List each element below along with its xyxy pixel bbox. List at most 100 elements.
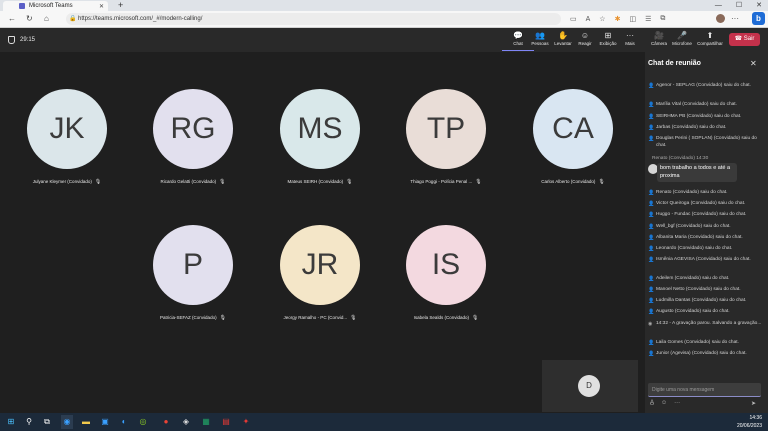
windows-start-icon[interactable]: ⊞	[5, 415, 17, 429]
browser-tab[interactable]: Microsoft Teams ✕	[3, 1, 108, 11]
participant-name: Isabela Sealds (Convidado) 🎙	[413, 315, 479, 321]
person-leave-icon: 👤	[648, 298, 655, 304]
participant-avatar: P	[153, 225, 233, 305]
person-leave-icon: 👤	[648, 224, 655, 230]
person-leave-icon: 👤	[648, 125, 655, 131]
new-tab-button[interactable]: +	[118, 0, 123, 11]
taskbar	[0, 413, 768, 431]
participant-avatar: JR	[280, 225, 360, 305]
participant-name: Jeorgy Ramalho - PC (Convid... 🎙	[283, 315, 357, 321]
browser-icon[interactable]: ◐	[118, 415, 130, 429]
split-screen-icon[interactable]: ◫	[629, 15, 636, 23]
app-red-icon[interactable]: ✦	[240, 415, 252, 429]
chat-event: 👤 Well_bgf (Convidado) saiu do chat.	[648, 224, 731, 230]
share-button[interactable]: ⬆ Compartilhar	[694, 30, 726, 50]
url-text: https://teams.microsoft.com/_#/modern-ca…	[78, 16, 203, 22]
person-leave-icon: 👤	[648, 351, 655, 357]
participant-name: Julyane Kleymer (Convidado) 🎙	[32, 179, 102, 185]
close-tab-icon[interactable]: ✕	[99, 3, 104, 10]
person-leave-icon: 👤	[648, 246, 655, 252]
message-input[interactable]: Digite uma nova mensagem	[648, 383, 761, 397]
participant-avatar: TP	[406, 89, 486, 169]
window-controls: — ☐ ✕	[715, 0, 762, 11]
chrome-taskbar-icon[interactable]: ●	[160, 415, 172, 429]
participant-avatar: IS	[406, 225, 486, 305]
share-icon: ⬆	[706, 31, 714, 40]
search-icon[interactable]: ⚲	[23, 415, 35, 429]
file-explorer-icon[interactable]: ▬	[80, 415, 92, 429]
participant-name: Mateus SEIRH (Convidado) 🎙	[287, 179, 353, 185]
participant-name: Thiago Poggi - Polícia Penal ... 🎙	[410, 179, 482, 185]
participant-avatar: RG	[153, 89, 233, 169]
participant-avatar: MS	[280, 89, 360, 169]
chat-event: 👤 Victor Queiroga (Convidado) saiu do cha…	[648, 201, 746, 207]
person-leave-icon: 👤	[648, 212, 655, 218]
send-icon[interactable]: ➤	[751, 400, 756, 407]
meeting-timer: 29:15	[8, 28, 35, 52]
mic-muted-icon: 🎙	[219, 179, 226, 185]
close-icon[interactable]: ✕	[750, 59, 757, 68]
mic-muted-icon: 🎙	[598, 179, 605, 185]
more-options-icon[interactable]: ···	[674, 400, 680, 406]
participant-name: Carlos Alberto (Convidado) 🎙	[541, 179, 605, 185]
chat-event: 👤 Jarbas (Convidado) saiu do chat.	[648, 125, 727, 131]
browser-tab-bar	[0, 0, 768, 11]
person-leave-icon: 👤	[648, 102, 655, 108]
camera-permission-icon[interactable]: ▭	[570, 15, 577, 23]
profile-avatar[interactable]	[716, 14, 725, 23]
tab-title: Microsoft Teams	[29, 3, 73, 9]
edge-taskbar-icon[interactable]: ◉	[61, 415, 73, 429]
emoji-icon[interactable]: ☺	[661, 400, 667, 406]
app-icon[interactable]: ◈	[180, 415, 192, 429]
shield-icon	[8, 36, 15, 44]
chat-event: 👤 Augusto (Convidado) saiu do chat.	[648, 309, 730, 315]
chat-message-bubble[interactable]: bom trabalho a todos e até a proxima	[657, 163, 737, 182]
chat-event: 👤 Huggo - Fundac (Convidado) saiu do chat…	[648, 212, 747, 218]
more-button[interactable]: ··· Mais	[614, 30, 646, 50]
person-leave-icon: 👤	[648, 136, 655, 142]
task-view-icon[interactable]: ⧉	[41, 415, 53, 429]
url-field[interactable]: 🔒 https://teams.microsoft.com/_#/modern-…	[66, 13, 561, 25]
collections-icon[interactable]: ⧉	[660, 15, 665, 23]
store-icon[interactable]: ▣	[99, 415, 111, 429]
chrome-icon[interactable]: ◎	[137, 415, 149, 429]
self-avatar: D	[578, 375, 600, 397]
chat-event: 👤 Renato (Convidado) saiu do chat.	[648, 190, 728, 196]
favorite-icon[interactable]: ☆	[599, 15, 605, 23]
taskbar-clock[interactable]: 14:36 20/06/2023	[737, 414, 762, 430]
chat-event: ◉ 14:32 - A gravação parou. Salvando a gr…	[648, 321, 762, 327]
participant-avatar: JK	[27, 89, 107, 169]
more-icon: ···	[626, 31, 634, 40]
person-leave-icon: 👤	[648, 235, 655, 241]
close-window-button[interactable]: ✕	[756, 0, 762, 11]
person-leave-icon: 👤	[648, 83, 655, 89]
mic-muted-icon: 🎙	[219, 315, 226, 321]
extensions-icon[interactable]: ✱	[615, 15, 621, 23]
format-icon[interactable]: A̲	[650, 400, 654, 406]
bing-icon[interactable]: b	[752, 12, 765, 25]
participant-name: Patricia-SEFAZ (Convidado) 🎙	[160, 315, 226, 321]
excel-icon[interactable]: ▦	[200, 415, 212, 429]
person-leave-icon: 👤	[648, 201, 655, 207]
participant-name: Ricardo Gelatti (Convidado) 🎙	[160, 179, 226, 185]
minimize-button[interactable]: —	[715, 0, 722, 11]
back-icon[interactable]: ←	[8, 11, 16, 27]
chat-event: 👤 Agenor - SEPLAG (Convidado) saiu do cha…	[648, 83, 751, 89]
chat-event: 👤 Ludmilla Dantas (Convidado) saiu do cha…	[648, 298, 747, 304]
chat-event: 👤 Marília Vital (Convidado) saiu do chat.	[648, 102, 737, 108]
maximize-button[interactable]: ☐	[736, 0, 742, 11]
compose-tools: A̲ ☺ ···	[650, 400, 680, 406]
mic-muted-icon: 🎙	[350, 315, 357, 321]
chat-event: 👤 Douglas Perini ( SOPLAN) (Convidado) sa…	[648, 136, 757, 148]
chat-title: Chat de reunião	[648, 60, 701, 67]
favorites-list-icon[interactable]: ☰	[645, 15, 651, 23]
refresh-icon[interactable]: ↻	[26, 11, 33, 27]
chat-event: 👤 Manoel Netto (Convidado) saiu do chat.	[648, 287, 741, 293]
more-menu-icon[interactable]: ···	[731, 11, 739, 27]
home-icon[interactable]: ⌂	[44, 11, 49, 27]
leave-button[interactable]: ☎ Sair	[729, 33, 760, 46]
person-leave-icon: 👤	[648, 114, 655, 120]
pdf-icon[interactable]: ▤	[220, 415, 232, 429]
read-aloud-icon[interactable]: A	[586, 16, 591, 23]
record-icon: ◉	[648, 321, 653, 327]
